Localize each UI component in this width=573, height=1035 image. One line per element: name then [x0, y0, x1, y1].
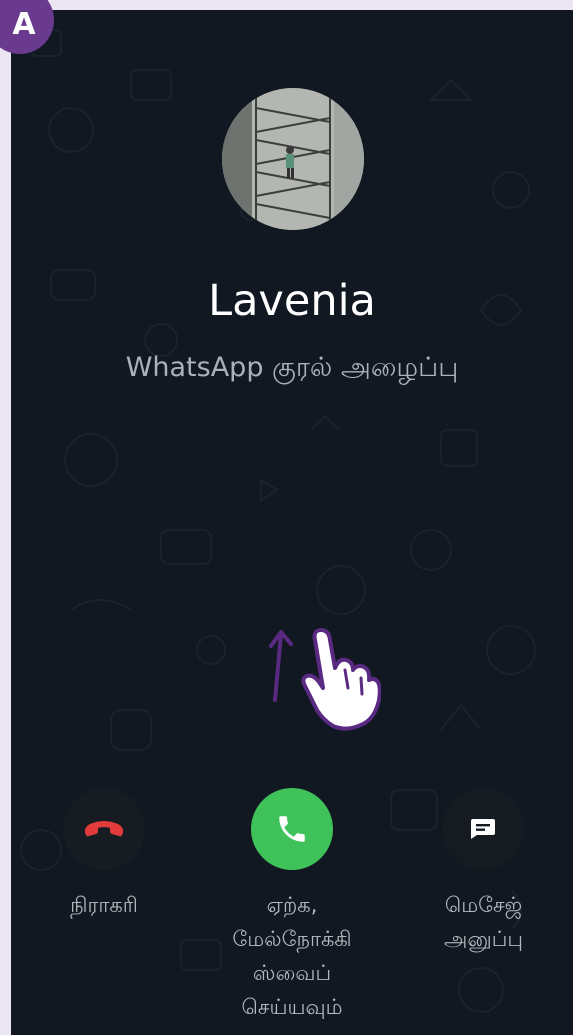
- swipe-up-hand-icon: [269, 628, 381, 731]
- incoming-call-screen: Lavenia WhatsApp குரல் அழைப்பு நிராகரி ஏ…: [11, 10, 573, 1035]
- decline-label: நிராகரி: [70, 893, 138, 917]
- phone-icon: [279, 816, 305, 842]
- phone-hangup-icon: [84, 821, 124, 837]
- caller-avatar: [222, 88, 364, 230]
- decline-button[interactable]: [63, 788, 145, 870]
- call-type-label: WhatsApp குரல் அழைப்பு: [125, 352, 459, 383]
- accept-button[interactable]: [251, 788, 333, 870]
- accept-label: ஏற்க, மேல்நோக்கி ஸ்வைப் செய்யவும்: [232, 893, 352, 1019]
- message-button[interactable]: [442, 788, 524, 870]
- caller-name: Lavenia: [208, 276, 376, 326]
- message-icon: [471, 819, 495, 839]
- message-label: மெசேஜ் அனுப்பு: [444, 893, 523, 951]
